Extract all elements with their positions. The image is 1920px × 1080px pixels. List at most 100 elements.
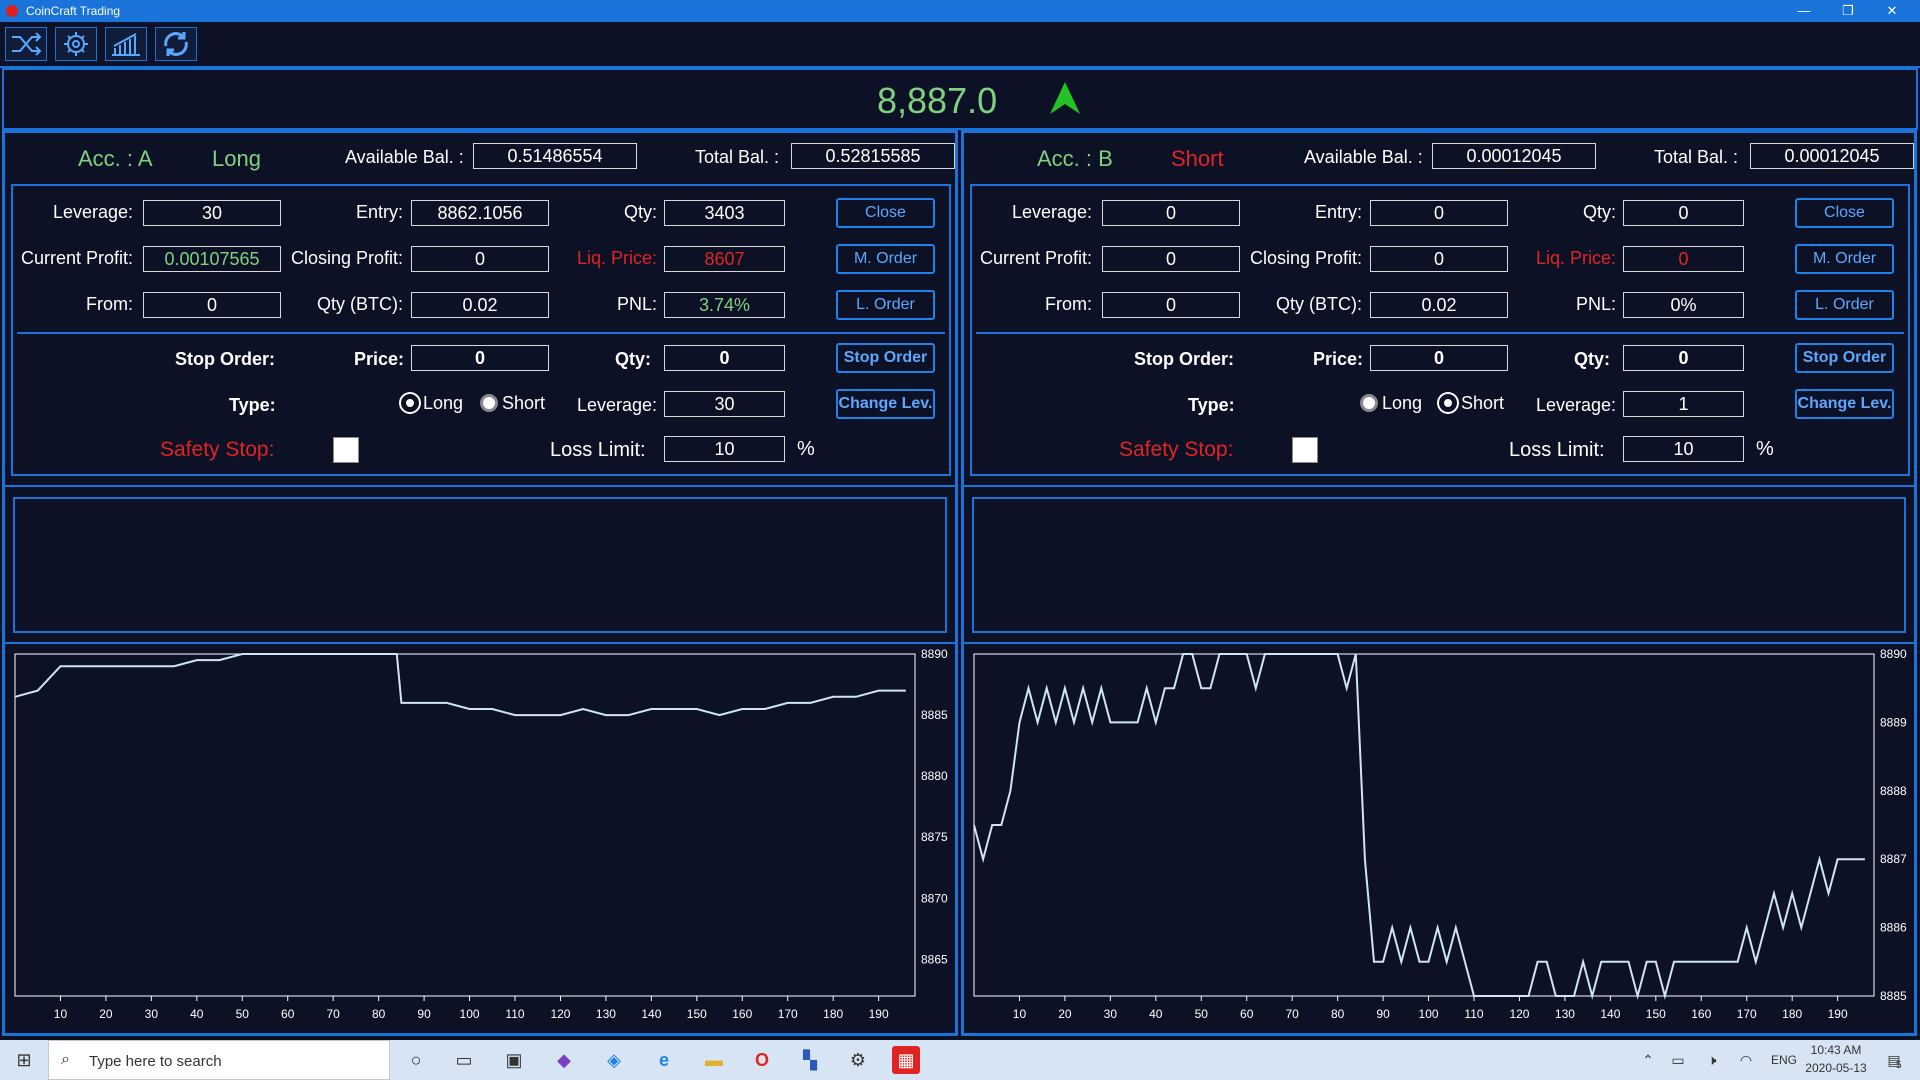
minimize-button[interactable]: — [1782,0,1826,22]
qtybtc-field[interactable]: 0.02 [411,292,549,318]
leverage-setting-field[interactable]: 30 [664,391,785,417]
notification-icon[interactable]: ▤ [1880,1046,1908,1074]
limit-order-button[interactable]: L. Order [1795,290,1894,320]
cortana-icon[interactable]: ○ [402,1046,430,1074]
file-explorer-icon[interactable]: ▬ [700,1046,728,1074]
stop-order-button[interactable]: Stop Order [1795,343,1894,373]
stop-order-label: Stop Order: [175,349,276,369]
x-tick-label: 60 [1240,1007,1254,1021]
leverage-setting-field[interactable]: 1 [1623,391,1744,417]
stop-price-field[interactable]: 0 [411,345,549,371]
short-radio-icon [480,394,498,412]
loss-limit-field[interactable]: 10 [664,436,785,462]
y-tick-label: 8870 [921,891,948,905]
close-position-button[interactable]: Close [1795,198,1894,228]
radio-long[interactable]: Long [1360,393,1422,414]
coincraft-taskbar-icon[interactable]: ▦ [892,1046,920,1074]
limit-order-button[interactable]: L. Order [836,290,935,320]
up-arrow-icon [1050,82,1080,114]
position-side: Long [212,146,261,171]
stop-qty-field[interactable]: 0 [1623,345,1744,371]
liq-field[interactable]: 0 [1623,246,1744,272]
stop-order-button[interactable]: Stop Order [836,343,935,373]
stop-qty-field[interactable]: 0 [664,345,785,371]
clock-date[interactable]: 2020-05-13 [1800,1061,1872,1075]
entry-label: Entry: [355,202,403,222]
refresh-icon [164,32,188,56]
from-label: From: [86,294,133,314]
market-order-button[interactable]: M. Order [1795,244,1894,274]
market-order-button[interactable]: M. Order [836,244,935,274]
profit-field[interactable]: 0.00107565 [143,246,281,272]
pnl-field[interactable]: 0% [1623,292,1744,318]
refresh-button[interactable] [155,27,197,61]
safety-stop-checkbox[interactable] [1292,437,1318,463]
settings-icon[interactable]: ⚙ [844,1046,872,1074]
x-tick-label: 150 [1646,1007,1666,1021]
x-tick-label: 60 [281,1007,295,1021]
change-leverage-button[interactable]: Change Lev. [836,389,935,419]
language-indicator[interactable]: ENG [1766,1046,1802,1074]
entry-field[interactable]: 0 [1370,200,1508,226]
battery-icon[interactable]: ▭ [1664,1046,1692,1074]
chart-button[interactable] [105,27,147,61]
total-balance-label: Total Bal. : [1654,147,1739,167]
closing-field[interactable]: 0 [1370,246,1508,272]
price-ticker: 8,887.0 [2,68,1918,130]
account-label: Acc. : A [78,146,153,171]
x-tick-label: 90 [417,1007,431,1021]
chevron-up-icon[interactable]: ⌃ [1634,1046,1662,1074]
stop-price-field[interactable]: 0 [1370,345,1508,371]
task-view-icon[interactable]: ▭ [450,1046,478,1074]
available-balance-label: Available Bal. : [345,147,464,167]
leverage-setting-label: Leverage: [576,395,657,415]
pnl-field[interactable]: 3.74% [664,292,785,318]
safety-stop-checkbox[interactable] [333,437,359,463]
short-radio-label: Short [1461,393,1505,413]
current-price: 8,887.0 [877,80,998,121]
restore-button[interactable]: ❐ [1826,0,1870,22]
from-field[interactable]: 0 [143,292,281,318]
available-balance-label: Available Bal. : [1304,147,1423,167]
settings-button[interactable] [55,27,97,61]
profit-field[interactable]: 0 [1102,246,1240,272]
entry-field[interactable]: 8862.1056 [411,200,549,226]
close-position-button[interactable]: Close [836,198,935,228]
qty-field[interactable]: 3403 [664,200,785,226]
visual-studio-icon[interactable]: ◆ [550,1046,578,1074]
x-tick-label: 190 [1828,1007,1848,1021]
close-window-button[interactable]: ✕ [1870,0,1914,22]
edge-icon[interactable]: e [650,1046,678,1074]
percent-label: % [1756,438,1774,460]
qty-label: Qty: [1582,202,1616,222]
leverage-field[interactable]: 30 [143,200,281,226]
radio-short[interactable]: Short [1439,393,1504,414]
radio-short[interactable]: Short [480,393,545,414]
closing-field[interactable]: 0 [411,246,549,272]
from-field[interactable]: 0 [1102,292,1240,318]
closing-label: Closing Profit: [290,248,403,268]
qty-field[interactable]: 0 [1623,200,1744,226]
qtybtc-field[interactable]: 0.02 [1370,292,1508,318]
radio-long[interactable]: Long [401,393,463,414]
y-tick-label: 8875 [921,830,948,844]
clock-time[interactable]: 10:43 AM [1806,1043,1866,1057]
shuffle-button[interactable] [5,27,47,61]
x-tick-label: 130 [596,1007,616,1021]
volume-icon[interactable]: 🕨 [1698,1046,1726,1074]
wifi-icon[interactable]: ◠ [1732,1046,1760,1074]
change-leverage-button[interactable]: Change Lev. [1795,389,1894,419]
x-tick-label: 100 [460,1007,480,1021]
liq-field[interactable]: 8607 [664,246,785,272]
store-icon[interactable]: ▣ [500,1046,528,1074]
windows-start-icon[interactable]: ⊞ [10,1046,38,1074]
taskbar-search[interactable]: ⌕ Type here to search [48,1040,390,1080]
loss-limit-field[interactable]: 10 [1623,436,1744,462]
opera-icon[interactable]: O [748,1046,776,1074]
vscode-icon[interactable]: ◈ [600,1046,628,1074]
x-tick-label: 10 [1013,1007,1027,1021]
x-tick-label: 180 [1782,1007,1802,1021]
network-tool-icon[interactable]: ▚ [796,1046,824,1074]
leverage-field[interactable]: 0 [1102,200,1240,226]
x-tick-label: 70 [327,1007,341,1021]
